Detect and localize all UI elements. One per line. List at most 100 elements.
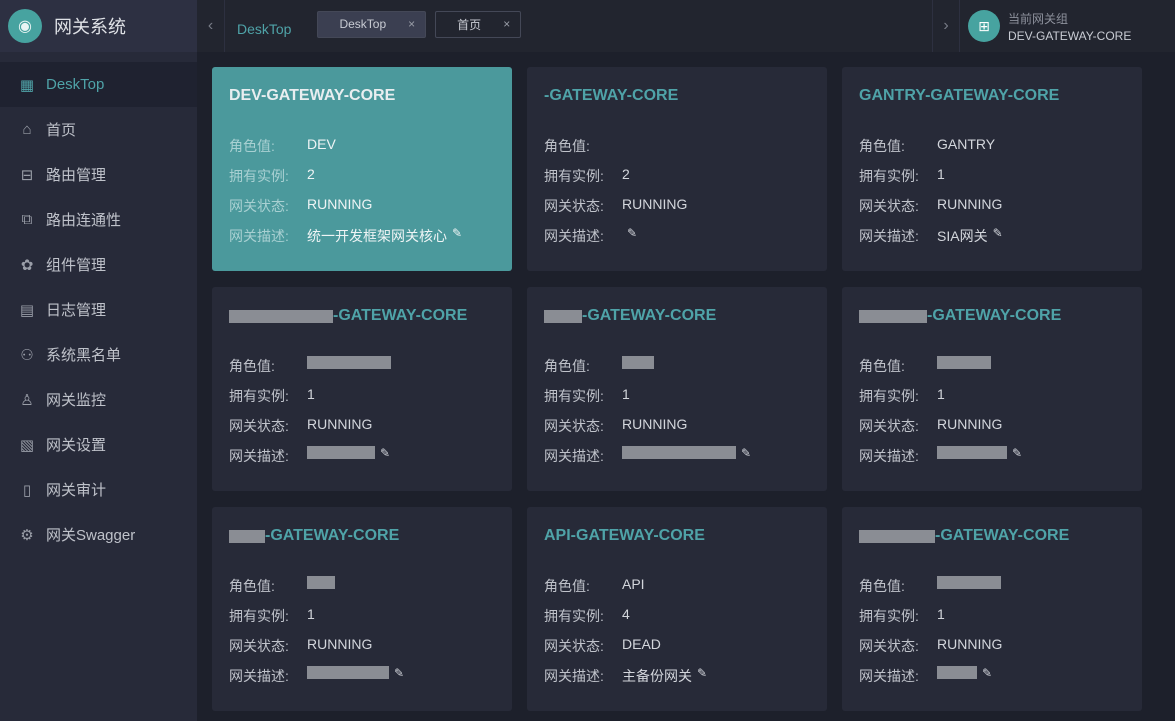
instances-row: 拥有实例: 2 — [544, 166, 810, 196]
gateway-card[interactable]: DEV-GATEWAY-CORE 角色值: DEV 拥有实例: 2 网关状态: RUN… — [212, 67, 512, 271]
instances-row: 拥有实例: 1 — [859, 386, 1125, 416]
label: 网关状态: — [859, 198, 919, 214]
redacted-block — [229, 309, 333, 323]
sidebar-item-6[interactable]: ⚇ 系统黑名单 — [0, 332, 197, 377]
gateway-card[interactable]: API-GATEWAY-CORE 角色值: API 拥有实例: 4 网关状态: DEA… — [527, 507, 827, 711]
sidebar-item-4[interactable]: ✿ 组件管理 — [0, 242, 197, 287]
desc-row: 网关描述: ✎ — [859, 446, 1125, 476]
breadcrumb[interactable]: DeskTop — [237, 21, 291, 37]
chevron-left-icon: ‹ — [207, 17, 214, 34]
sidebar-item-5[interactable]: ▤ 日志管理 — [0, 287, 197, 332]
role-row: 角色值: — [859, 576, 1125, 606]
sidebar-item-10[interactable]: ⚙ 网关Swagger — [0, 512, 197, 557]
header: ‹ DeskTop DeskTop × 首页 × › ⊞ 当前网关组 DEV-GAT… — [197, 0, 1175, 52]
role-row: 角色值: — [229, 356, 495, 386]
close-icon[interactable]: × — [408, 17, 415, 31]
desc-row: 网关描述: 统一开发框架网关核心 ✎ — [229, 226, 495, 256]
role-row: 角色值: API — [544, 576, 810, 606]
redacted-block — [937, 576, 1001, 589]
sidebar-item-label: 网关审计 — [46, 482, 107, 499]
label: 角色值: — [229, 578, 275, 594]
tab-home[interactable]: 首页 × — [435, 10, 522, 38]
label: 角色值: — [859, 358, 905, 374]
role-row: 角色值: DEV — [229, 136, 495, 166]
card-title-text: GANTRY-GATEWAY-CORE — [859, 87, 1060, 104]
router-icon: ⊟ — [20, 166, 34, 184]
tabs-next-button[interactable]: › — [932, 0, 960, 52]
redacted-block — [229, 529, 265, 543]
connectivity-icon: ⧉ — [21, 211, 33, 228]
status-value: RUNNING — [937, 416, 1003, 432]
redacted-block — [544, 309, 582, 323]
gateway-card[interactable]: -GATEWAY-CORE 角色值: 拥有实例: 1 网关状态: RUNNING 网… — [212, 287, 512, 491]
desc-row: 网关描述: SIA网关 ✎ — [859, 226, 1125, 256]
label: 网关状态: — [859, 638, 919, 654]
label: 拥有实例: — [544, 608, 604, 624]
tab-desktop[interactable]: DeskTop × — [317, 10, 427, 38]
sidebar-item-label: 组件管理 — [46, 257, 107, 274]
sidebar-item-1[interactable]: ⌂ 首页 — [0, 107, 197, 152]
card-title: GANTRY-GATEWAY-CORE — [859, 86, 1125, 106]
label: 网关描述: — [544, 228, 604, 244]
current-gateway-group[interactable]: ⊞ 当前网关组 DEV-GATEWAY-CORE — [960, 10, 1175, 43]
desc-row: 网关描述: ✎ — [859, 666, 1125, 696]
instances-value: 1 — [622, 386, 630, 402]
status-row: 网关状态: RUNNING — [544, 416, 810, 446]
sidebar-menu: ▦ DeskTop ⌂ 首页 ⊟ 路由管理 ⧉ 路由连通性 ✿ 组件管理 ▤ 日志管理 ⚇ 系统黑名单 ♙ 网… — [0, 62, 197, 557]
edit-icon[interactable]: ✎ — [741, 446, 751, 460]
desc-value: 统一开发框架网关核心 — [307, 228, 447, 244]
label: 角色值: — [859, 138, 905, 154]
redacted-block — [307, 356, 391, 369]
gateway-card[interactable]: -GATEWAY-CORE 角色值: 拥有实例: 1 网关状态: RUNNING 网… — [842, 287, 1142, 491]
user-block-icon: ⚇ — [20, 346, 34, 364]
close-icon[interactable]: × — [503, 17, 510, 31]
grid-icon: ▦ — [19, 76, 35, 94]
instances-value: 1 — [937, 606, 945, 622]
status-value: RUNNING — [937, 636, 1003, 652]
gateway-card[interactable]: -GATEWAY-CORE 角色值: 拥有实例: 2 网关状态: RUNNING 网… — [527, 67, 827, 271]
app-title: 网关系统 — [54, 17, 126, 37]
log-icon: ▤ — [19, 301, 35, 319]
edit-icon[interactable]: ✎ — [452, 226, 462, 240]
label: 网关描述: — [859, 228, 919, 244]
edit-icon[interactable]: ✎ — [993, 226, 1003, 240]
sidebar-item-2[interactable]: ⊟ 路由管理 — [0, 152, 197, 197]
edit-icon[interactable]: ✎ — [627, 226, 637, 240]
sidebar-item-9[interactable]: ▯ 网关审计 — [0, 467, 197, 512]
card-title: -GATEWAY-CORE — [859, 526, 1125, 546]
edit-icon[interactable]: ✎ — [394, 666, 404, 680]
redacted-block — [859, 529, 935, 543]
label: 网关描述: — [859, 668, 919, 684]
home-icon: ⌂ — [22, 121, 32, 138]
instances-value: 2 — [307, 166, 315, 182]
edit-icon[interactable]: ✎ — [697, 666, 707, 680]
label: 网关描述: — [544, 668, 604, 684]
gateway-card[interactable]: GANTRY-GATEWAY-CORE 角色值: GANTRY 拥有实例: 1 网关… — [842, 67, 1142, 271]
redacted-block — [937, 446, 1007, 459]
role-value: DEV — [307, 136, 336, 152]
app-logo: ◉ 网关系统 — [0, 0, 197, 52]
role-row: 角色值: — [229, 576, 495, 606]
sidebar-item-7[interactable]: ♙ 网关监控 — [0, 377, 197, 422]
sidebar-item-8[interactable]: ▧ 网关设置 — [0, 422, 197, 467]
desc-row: 网关描述: ✎ — [544, 446, 810, 476]
status-value: DEAD — [622, 636, 661, 652]
gateway-card[interactable]: -GATEWAY-CORE 角色值: 拥有实例: 1 网关状态: RUNNING 网… — [842, 507, 1142, 711]
status-value: RUNNING — [307, 636, 373, 652]
label: 角色值: — [544, 578, 590, 594]
sidebar-item-3[interactable]: ⧉ 路由连通性 — [0, 197, 197, 242]
edit-icon[interactable]: ✎ — [380, 446, 390, 460]
desc-row: 网关描述: ✎ — [544, 226, 810, 256]
gateway-card[interactable]: -GATEWAY-CORE 角色值: 拥有实例: 1 网关状态: RUNNING 网… — [527, 287, 827, 491]
gateway-card[interactable]: -GATEWAY-CORE 角色值: 拥有实例: 1 网关状态: RUNNING 网… — [212, 507, 512, 711]
status-value: RUNNING — [622, 196, 688, 212]
tabs-prev-button[interactable]: ‹ — [197, 0, 225, 52]
edit-icon[interactable]: ✎ — [982, 666, 992, 680]
sidebar-item-label: 路由管理 — [46, 167, 107, 184]
chevron-right-icon: › — [943, 17, 949, 34]
status-value: RUNNING — [307, 416, 373, 432]
edit-icon[interactable]: ✎ — [1012, 446, 1022, 460]
redacted-block — [937, 356, 991, 369]
sidebar-item-0[interactable]: ▦ DeskTop — [0, 62, 197, 107]
status-row: 网关状态: DEAD — [544, 636, 810, 666]
